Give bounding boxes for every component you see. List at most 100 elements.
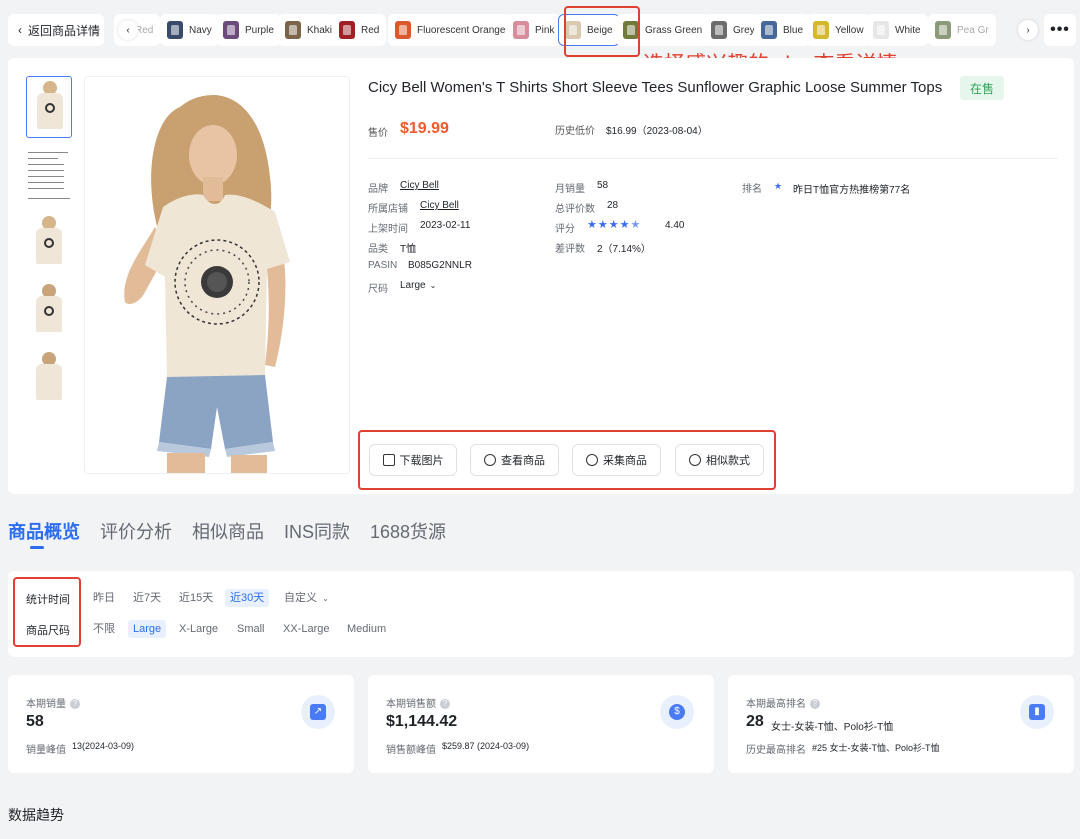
rank-value: 昨日T恤官方热推榜第77名 xyxy=(793,185,911,196)
sku-chip[interactable]: Pink xyxy=(506,14,562,46)
stat-revenue-title: 本期销售额? xyxy=(386,695,450,710)
sku-chip[interactable]: Purple xyxy=(216,14,281,46)
sku-chip-label: Khaki xyxy=(307,24,333,36)
sku-swatch-icon xyxy=(935,21,951,39)
negative-reviews-label: 差评数 xyxy=(555,244,585,255)
sku-chip-label: Blue xyxy=(783,24,804,36)
store-link[interactable]: Cicy Bell xyxy=(420,200,459,211)
chevron-left-icon: ‹ xyxy=(18,23,22,37)
help-icon[interactable]: ? xyxy=(440,699,450,710)
scroll-right-icon[interactable]: › xyxy=(1018,20,1038,40)
sku-chip[interactable]: Fluorescent Orange xyxy=(388,14,513,46)
size-option-medium[interactable]: Medium xyxy=(342,620,391,638)
stat-card-revenue: 本期销售额? $1,144.42 销售额峰值 $259.87 (2024-03-… xyxy=(368,675,714,773)
sku-chip-label: Fluorescent Orange xyxy=(417,24,506,36)
sku-chip-label: White xyxy=(895,24,921,36)
reviews-label: 总评价数 xyxy=(555,204,595,215)
stat-revenue-peak-value: $259.87 (2024-03-09) xyxy=(442,741,530,751)
back-button-label: 返回商品详情 xyxy=(28,23,101,38)
star-icon: ★ xyxy=(597,219,609,231)
sku-chip-label: Yellow xyxy=(835,24,864,36)
monthly-sales-value: 58 xyxy=(597,180,609,191)
thumbnail-4[interactable] xyxy=(26,280,72,342)
tab-similar-products[interactable]: 相似商品 xyxy=(192,518,264,550)
chevron-down-icon: ⌄ xyxy=(322,594,329,603)
chevron-down-icon: ⌄ xyxy=(429,281,437,290)
size-option-any[interactable]: 不限 xyxy=(88,620,120,638)
sku-chip-label: Purple xyxy=(245,24,274,36)
annotation-highlight-actions xyxy=(358,430,776,490)
stat-revenue-value: $1,144.42 xyxy=(386,713,458,730)
status-badge: 在售 xyxy=(960,76,1005,100)
scroll-left-icon[interactable]: ‹ xyxy=(118,20,138,40)
half-star-icon: ★ xyxy=(630,219,642,231)
tab-review-analysis[interactable]: 评价分析 xyxy=(100,518,172,550)
stat-sales-value: 58 xyxy=(26,713,44,730)
stat-rank-title: 本期最高排名? xyxy=(746,695,820,710)
sku-swatch-icon xyxy=(339,21,355,39)
price-value: $19.99 xyxy=(400,120,449,137)
time-option-custom-label: 自定义 xyxy=(284,592,317,604)
time-option-30d[interactable]: 近30天 xyxy=(225,589,270,607)
thumbnail-3[interactable] xyxy=(26,212,72,274)
size-option-xxlarge[interactable]: XX-Large xyxy=(278,620,334,638)
sku-chip[interactable]: Red xyxy=(332,14,387,46)
negative-reviews-value: 2（7.14%） xyxy=(597,244,651,255)
category-label: 品类 xyxy=(368,244,388,255)
tab-1688-source[interactable]: 1688货源 xyxy=(370,518,446,550)
more-options-button[interactable]: ••• xyxy=(1044,14,1076,46)
rank-label: 排名 xyxy=(742,184,762,195)
reviews-value: 28 xyxy=(607,200,619,211)
stat-rank-category: 女士-女装-T恤、Polo衫-T恤 xyxy=(771,722,894,733)
sku-chip[interactable]: Blue xyxy=(754,14,811,46)
sku-chip[interactable]: White xyxy=(866,14,928,46)
pasin-value: B085G2NNLR xyxy=(408,260,472,271)
stat-revenue-peak-label: 销售额峰值 xyxy=(386,745,436,756)
sku-chip-label: Navy xyxy=(189,24,212,36)
tab-ins-same[interactable]: INS同款 xyxy=(284,518,350,550)
sku-swatch-icon xyxy=(813,21,829,39)
annotation-highlight-sku xyxy=(564,6,640,57)
size-option-small[interactable]: Small xyxy=(232,620,270,638)
lowest-price-label: 历史低价 xyxy=(555,126,595,137)
active-tab-indicator xyxy=(30,546,44,549)
size-option-xlarge[interactable]: X-Large xyxy=(174,620,223,638)
sku-swatch-icon xyxy=(711,21,727,39)
ranking-icon: ▮ xyxy=(1020,695,1054,729)
star-icon: ★ xyxy=(608,219,620,231)
time-option-yesterday[interactable]: 昨日 xyxy=(88,589,120,607)
brand-link[interactable]: Cicy Bell xyxy=(400,180,439,191)
sku-chip[interactable]: Khaki xyxy=(278,14,340,46)
thumbnail-5[interactable] xyxy=(26,348,72,410)
dollar-icon: $ xyxy=(660,695,694,729)
sku-chip[interactable]: Navy xyxy=(160,14,219,46)
time-option-custom[interactable]: 自定义 ⌄ xyxy=(279,589,334,607)
time-option-15d[interactable]: 近15天 xyxy=(174,589,218,607)
back-to-detail-button[interactable]: ‹ 返回商品详情 xyxy=(8,14,104,46)
help-icon[interactable]: ? xyxy=(70,699,80,710)
sku-chip-label: Pea Gr xyxy=(957,24,989,36)
sku-chip-label: Pink xyxy=(535,24,555,36)
stat-rank-title-text: 本期最高排名 xyxy=(746,699,806,710)
product-title: Cicy Bell Women's T Shirts Short Sleeve … xyxy=(368,79,943,96)
store-label: 所属店铺 xyxy=(368,204,408,215)
size-option-large[interactable]: Large xyxy=(128,620,167,638)
product-card: Cicy Bell Women's T Shirts Short Sleeve … xyxy=(8,58,1074,494)
size-select[interactable]: Large ⌄ xyxy=(400,280,436,291)
sku-swatch-icon xyxy=(761,21,777,39)
thumbnail-size-chart[interactable] xyxy=(26,144,72,206)
help-icon[interactable]: ? xyxy=(810,699,820,710)
stat-sales-peak-label: 销量峰值 xyxy=(26,745,66,756)
sku-chip[interactable]: Yellow xyxy=(806,14,871,46)
sku-chip-label: Red xyxy=(361,24,380,36)
sku-chip[interactable]: Pea Gr xyxy=(928,14,996,46)
tab-overview[interactable]: 商品概览 xyxy=(8,518,80,550)
rating-stars: ★ ★ ★ ★ ★ xyxy=(587,218,641,231)
annotation-highlight-filters xyxy=(13,577,81,647)
price-label: 售价 xyxy=(368,128,388,139)
monthly-sales-label: 月销量 xyxy=(555,184,585,195)
star-icon: ★ xyxy=(619,219,631,231)
time-option-7d[interactable]: 近7天 xyxy=(128,589,166,607)
sku-swatch-icon xyxy=(167,21,183,39)
thumbnail-1[interactable] xyxy=(26,76,72,138)
